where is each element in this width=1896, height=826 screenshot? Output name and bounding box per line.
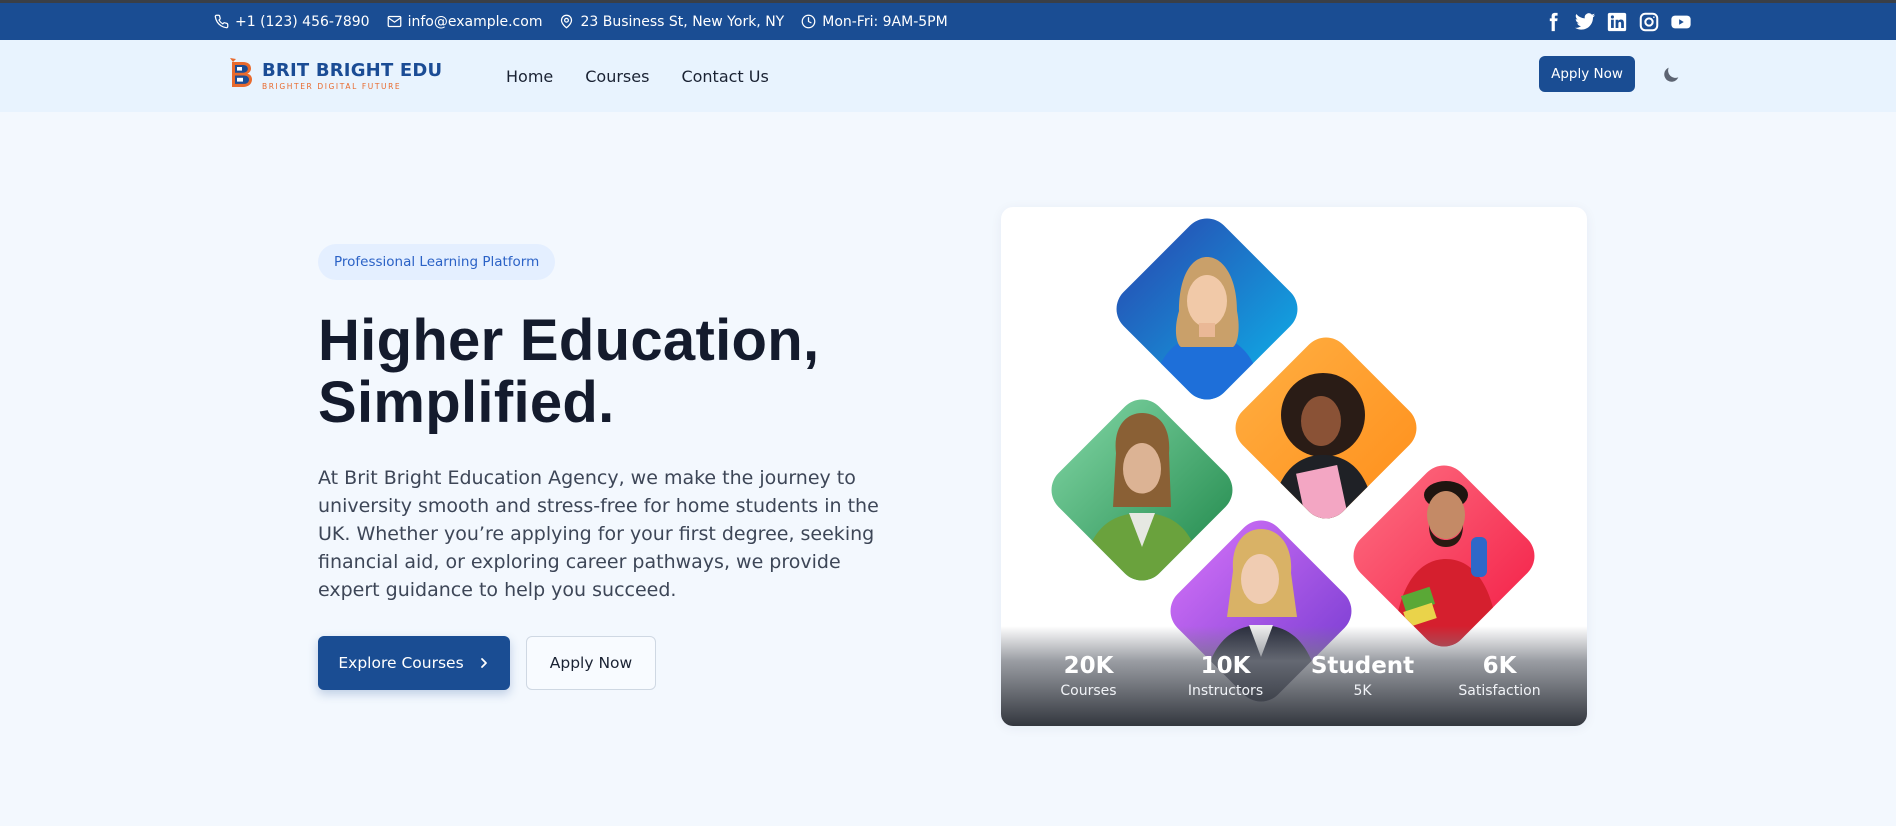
- hero-title-line-1: Higher Education,: [318, 308, 820, 373]
- instagram-icon: [1639, 12, 1659, 31]
- youtube-link[interactable]: [1670, 11, 1692, 33]
- facebook-link[interactable]: [1542, 11, 1564, 33]
- stat-value: 20K: [1063, 653, 1114, 679]
- youtube-icon: [1671, 15, 1691, 28]
- hours-info: Mon-Fri: 9AM-5PM: [801, 13, 948, 30]
- hero-badge: Professional Learning Platform: [318, 244, 556, 280]
- linkedin-link[interactable]: [1606, 11, 1628, 33]
- facebook-icon: [1549, 12, 1558, 31]
- logo-b-icon: [230, 58, 252, 87]
- top-info-bar: +1 (123) 456-7890 info@example.com 23 Bu…: [0, 0, 1896, 40]
- main-menu: Home Courses Contact Us: [506, 40, 769, 112]
- clock-icon: [801, 14, 816, 29]
- stat-label: 5K: [1353, 683, 1372, 699]
- hero-title: Higher Education, Simplified.: [318, 310, 819, 434]
- logo-name: BRIT BRIGHT EDU: [262, 59, 443, 81]
- brand-logo[interactable]: BRIT BRIGHT EDU BRIGHTER DIGITAL FUTURE: [226, 56, 442, 94]
- hero-description: At Brit Bright Education Agency, we make…: [318, 467, 879, 601]
- map-pin-icon: [561, 14, 573, 29]
- hero-title-line-2: Simplified.: [318, 370, 615, 435]
- address-info: 23 Business St, New York, NY: [559, 14, 784, 30]
- stat-instructors: 10K Instructors: [1157, 652, 1294, 700]
- phone-info[interactable]: +1 (123) 456-7890: [214, 14, 370, 30]
- nav-apply-now-button[interactable]: Apply Now: [1539, 56, 1635, 92]
- main-navbar: BRIT BRIGHT EDU BRIGHTER DIGITAL FUTURE …: [0, 40, 1896, 112]
- nav-item-courses[interactable]: Courses: [585, 67, 649, 86]
- apply-now-button[interactable]: Apply Now: [526, 636, 656, 690]
- hero-image-card: 20K Courses 10K Instructors Student 5K 6…: [1001, 207, 1587, 726]
- nav-item-contact-us[interactable]: Contact Us: [681, 67, 768, 86]
- stat-satisfaction: 6K Satisfaction: [1431, 652, 1568, 700]
- explore-courses-label: Explore Courses: [338, 654, 464, 672]
- stat-value: 10K: [1200, 653, 1251, 679]
- explore-courses-button[interactable]: Explore Courses: [318, 636, 510, 690]
- stats-row: 20K Courses 10K Instructors Student 5K 6…: [1001, 652, 1587, 700]
- logo-tagline: BRIGHTER DIGITAL FUTURE: [262, 81, 402, 91]
- stat-label: Instructors: [1187, 683, 1264, 699]
- stat-students: Student 5K: [1294, 652, 1431, 700]
- stat-courses: 20K Courses: [1020, 652, 1157, 700]
- phone-icon: [214, 14, 229, 29]
- nav-item-home[interactable]: Home: [506, 67, 553, 86]
- email-info[interactable]: info@example.com: [387, 13, 543, 30]
- stat-label: Courses: [1060, 683, 1117, 699]
- moon-icon[interactable]: [1660, 64, 1682, 86]
- twitter-link[interactable]: [1574, 11, 1596, 33]
- mail-icon: [387, 15, 401, 28]
- phone-text: +1 (123) 456-7890: [235, 13, 370, 30]
- address-text: 23 Business St, New York, NY: [580, 13, 785, 30]
- email-text: info@example.com: [407, 13, 543, 30]
- twitter-icon: [1574, 12, 1596, 30]
- chevron-right-icon: [480, 658, 487, 668]
- stat-value: 6K: [1482, 653, 1517, 679]
- stat-label: Satisfaction: [1458, 683, 1541, 699]
- instagram-link[interactable]: [1638, 11, 1660, 33]
- social-links: [1542, 3, 1692, 40]
- hours-text: Mon-Fri: 9AM-5PM: [822, 13, 948, 30]
- linkedin-icon: [1607, 12, 1627, 31]
- stat-value: Student: [1310, 653, 1415, 679]
